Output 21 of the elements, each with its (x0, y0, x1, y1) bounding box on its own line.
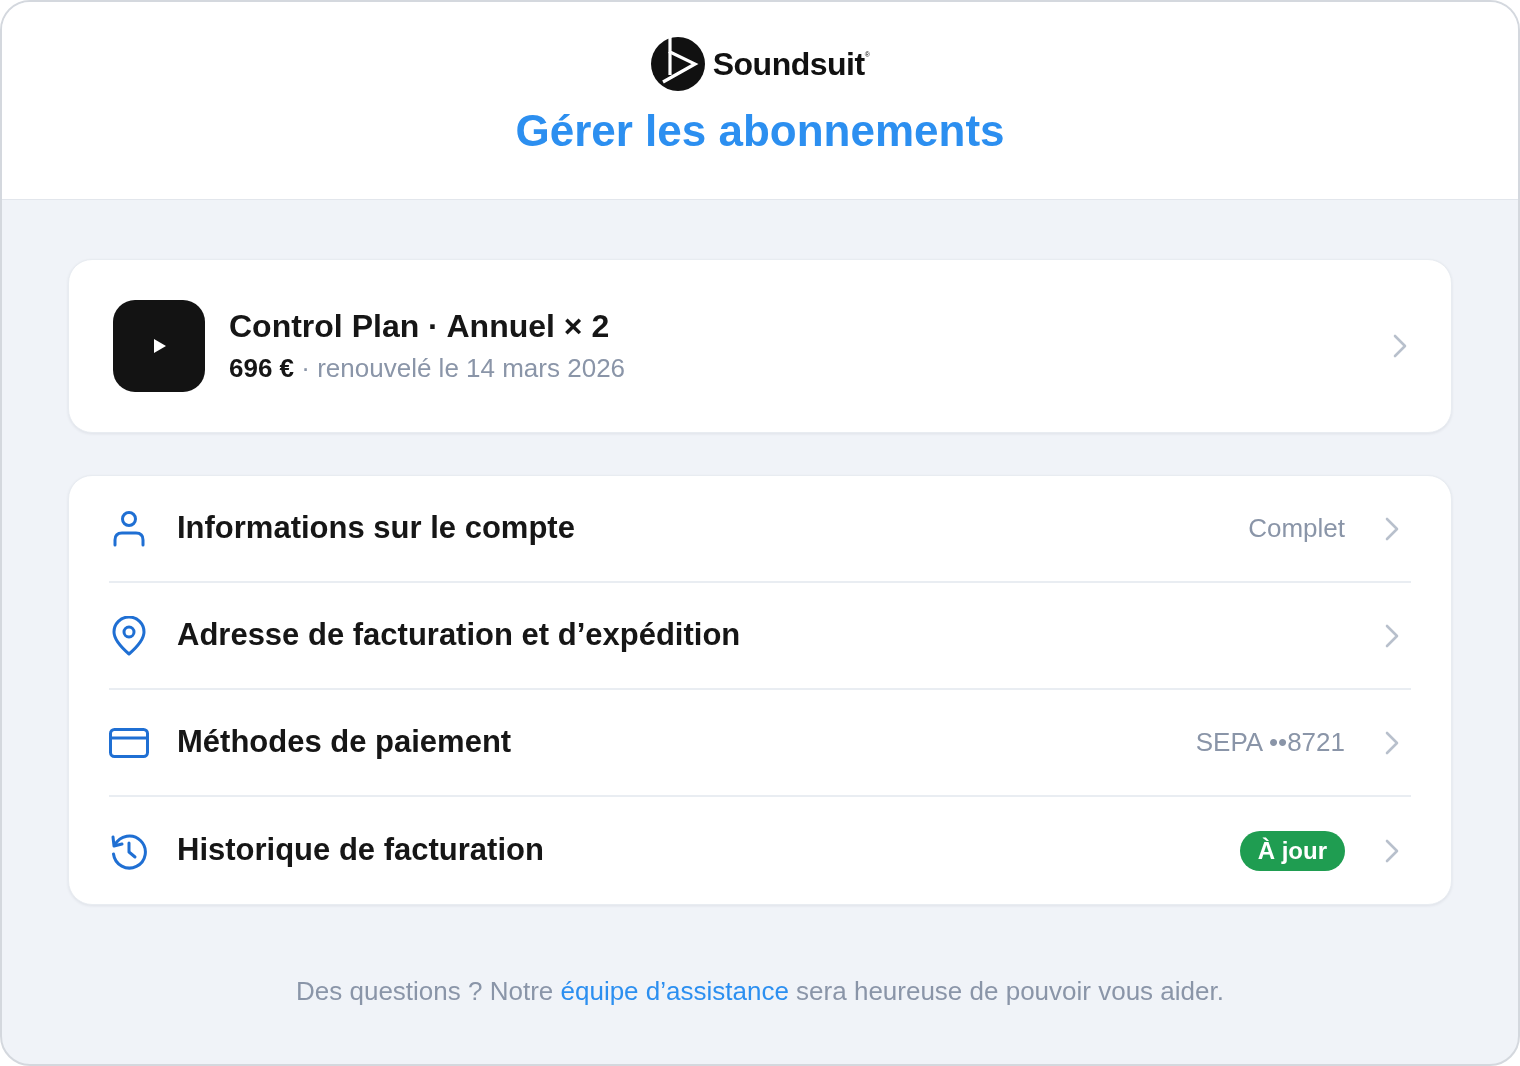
menu-item[interactable]: Informations sur le compte (177, 505, 575, 552)
play-icon (113, 300, 205, 392)
logo-icon (650, 37, 705, 91)
status-text: Complet (1248, 512, 1345, 545)
menu-item[interactable]: Méthodes de paiement (177, 719, 512, 766)
page-title: Gérer les abonnements (515, 105, 1005, 157)
chevron-right-icon (1385, 623, 1399, 648)
status-text: SEPA ••8721 (1195, 726, 1345, 759)
help-text: Des questions ? Notre équipe d’assistance sera heureuse de pouvoir vous aider. (296, 976, 1224, 1008)
status-pill: À jour (1239, 830, 1345, 871)
plan-price: 696 € (229, 352, 295, 383)
menu-item[interactable]: Adresse de facturation et d’expédition (177, 612, 741, 659)
plan-card[interactable]: Control Plan · Annuel × 2 696 € · renouvelé le 14 mars 2026 (68, 259, 1452, 433)
brand-name: Soundsuit$^{®}$ (712, 48, 870, 80)
menu-item[interactable]: Historique de facturation (177, 827, 544, 874)
chevron-right-icon (1385, 516, 1399, 541)
chevron-right-icon (1385, 838, 1399, 863)
plan-name: Control Plan · Annuel × 2 (229, 308, 611, 345)
chevron-right-icon (1385, 730, 1399, 755)
renewal-date: · renouvelé le 14 mars 2026 (301, 352, 626, 383)
chevron-right-icon (1393, 334, 1407, 358)
